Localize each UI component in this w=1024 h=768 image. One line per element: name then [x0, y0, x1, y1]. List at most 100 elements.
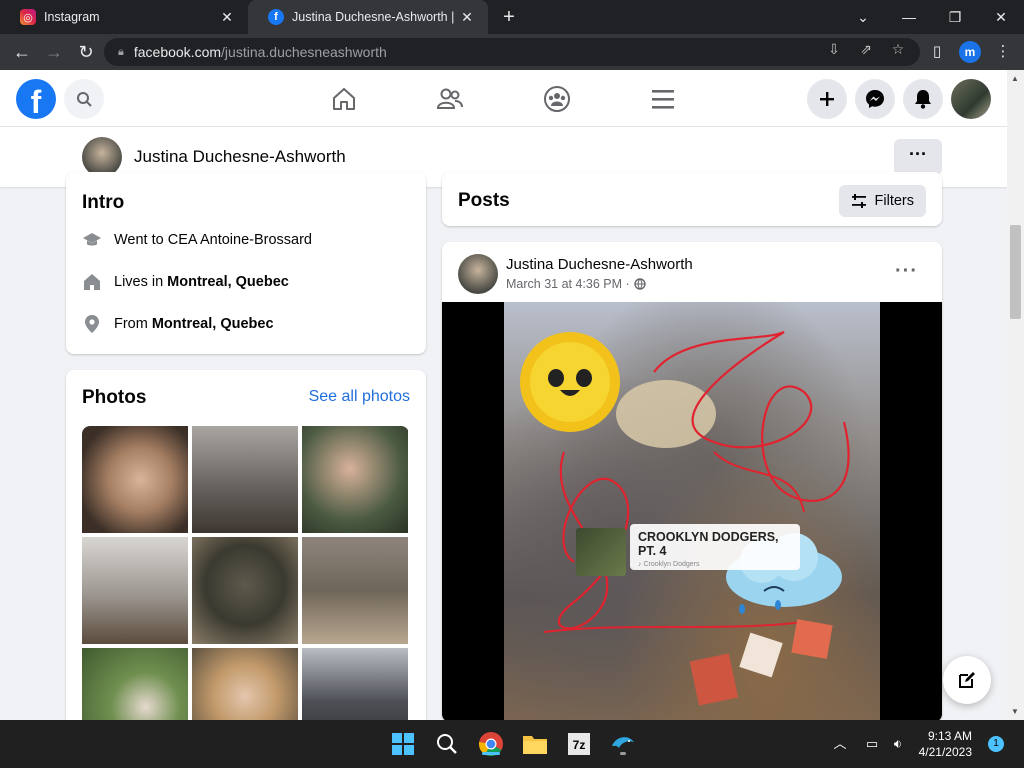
- photo-thumbnail[interactable]: [302, 537, 408, 644]
- search-icon: [77, 92, 92, 107]
- search-button[interactable]: [64, 79, 104, 119]
- 7zip-icon[interactable]: 7z: [565, 730, 593, 758]
- intro-from-place[interactable]: Montreal, Quebec: [152, 316, 274, 332]
- account-avatar[interactable]: [951, 79, 991, 119]
- photo-thumbnail[interactable]: [192, 426, 298, 533]
- see-all-photos-link[interactable]: See all photos: [309, 388, 410, 406]
- filters-icon: [851, 194, 867, 208]
- scrollbar-thumb[interactable]: [1010, 225, 1021, 319]
- profile-name[interactable]: Justina Duchesne-Ashworth: [134, 147, 346, 167]
- bell-icon: [915, 90, 931, 109]
- profile-avatar[interactable]: [82, 137, 122, 177]
- close-tab-icon[interactable]: ✕: [218, 9, 236, 26]
- restore-button[interactable]: ❐: [932, 0, 978, 34]
- chrome-taskbar-icon[interactable]: [477, 730, 505, 758]
- post-more-icon[interactable]: ···: [895, 260, 918, 283]
- post-meta: March 31 at 4:36 PM ·: [506, 277, 646, 291]
- reload-icon[interactable]: ↻: [74, 40, 98, 64]
- globe-icon: [633, 278, 646, 290]
- photo-thumbnail[interactable]: [82, 537, 188, 644]
- svg-text:7z: 7z: [573, 738, 586, 752]
- filters-button[interactable]: Filters: [838, 185, 926, 217]
- post-card: Justina Duchesne-Ashworth March 31 at 4:…: [442, 242, 942, 722]
- tray-overflow-icon[interactable]: ︿: [830, 734, 850, 754]
- photo-thumbnail[interactable]: [192, 537, 298, 644]
- compose-icon: [959, 672, 975, 688]
- lock-icon: 🔒︎: [118, 45, 124, 58]
- minimize-button[interactable]: —: [886, 0, 932, 34]
- page-scrollbar[interactable]: ▲ ▼: [1007, 70, 1024, 720]
- notifications-button[interactable]: [903, 79, 943, 119]
- install-icon[interactable]: ⇩: [823, 38, 845, 60]
- close-tab-icon[interactable]: ✕: [458, 9, 476, 26]
- browser-tab-strip: ◎ Instagram ✕ f Justina Duchesne-Ashwort…: [0, 0, 1024, 34]
- intro-card: Intro Went to CEA Antoine-Brossard Lives…: [66, 172, 426, 354]
- forward-icon[interactable]: →: [42, 40, 66, 64]
- browser-toolbar: ← → ↻ 🔒︎ facebook.com/justina.duchesneas…: [0, 34, 1024, 70]
- clock-date: 4/21/2023: [918, 745, 972, 759]
- intro-lives-prefix: Lives in: [114, 274, 164, 290]
- home-nav-icon[interactable]: [329, 84, 359, 114]
- profile-more-button[interactable]: ···: [894, 139, 942, 175]
- close-window-button[interactable]: ✕: [978, 0, 1024, 34]
- chrome-profile-avatar[interactable]: m: [959, 41, 981, 63]
- tab-search-icon[interactable]: ⌄: [840, 0, 886, 34]
- home-icon: [82, 272, 102, 292]
- sun-sticker: [520, 332, 620, 432]
- messenger-button[interactable]: [855, 79, 895, 119]
- intro-lives-place[interactable]: Montreal, Quebec: [167, 274, 289, 290]
- photo-thumbnail[interactable]: [82, 426, 188, 533]
- clock-time: 9:13 AM: [927, 729, 972, 743]
- menu-nav-icon[interactable]: [648, 84, 678, 114]
- post-author-name[interactable]: Justina Duchesne-Ashworth: [506, 256, 693, 273]
- location-pin-icon: [82, 314, 102, 334]
- url-path: /justina.duchesneashworth: [221, 44, 387, 60]
- windows-start-icon[interactable]: [389, 730, 417, 758]
- bookmark-star-icon[interactable]: ☆: [887, 38, 909, 60]
- photo-drawing: [520, 330, 850, 706]
- post-author-avatar[interactable]: [458, 254, 498, 294]
- intro-item-education: Went to CEA Antoine-Brossard: [82, 230, 312, 250]
- active-indicator: [482, 752, 500, 755]
- url-host: facebook.com: [133, 44, 222, 60]
- file-explorer-icon[interactable]: [521, 730, 549, 758]
- new-message-button[interactable]: [943, 656, 991, 704]
- taskbar-search-icon[interactable]: [433, 730, 461, 758]
- share-icon[interactable]: ⇗: [855, 38, 877, 60]
- post-date[interactable]: March 31 at 4:36 PM ·: [506, 277, 630, 291]
- system-clock[interactable]: 9:13 AM 4/21/2023: [908, 728, 972, 760]
- tab-facebook[interactable]: f Justina Duchesne-Ashworth | Fac ✕: [248, 0, 488, 34]
- network-icon[interactable]: ▭: [862, 734, 882, 754]
- scroll-up-icon[interactable]: ▲: [1011, 74, 1019, 83]
- scroll-down-icon[interactable]: ▼: [1011, 707, 1019, 716]
- music-sticker-title: CROOKLYN DODGERS, PT. 4: [638, 530, 779, 558]
- windows-taskbar: 7z ︿ ▭ 🔉︎ 9:13 AM 4/21/2023: [0, 720, 1024, 768]
- music-sticker-artist: ♪ Crooklyn Dodgers: [638, 561, 700, 568]
- dolphin-app-icon[interactable]: [609, 730, 637, 758]
- friends-nav-icon[interactable]: [435, 84, 465, 114]
- tab-instagram[interactable]: ◎ Instagram ✕: [0, 0, 248, 34]
- photo-grid: [82, 426, 409, 755]
- intro-education-text: Went to CEA Antoine-Brossard: [114, 232, 313, 248]
- side-panel-icon[interactable]: ▯: [925, 40, 949, 64]
- post-photo: [504, 302, 880, 722]
- new-tab-button[interactable]: +: [498, 6, 520, 28]
- address-bar[interactable]: 🔒︎ facebook.com/justina.duchesneashworth: [104, 38, 920, 66]
- groups-nav-icon[interactable]: [542, 84, 572, 114]
- intro-from-prefix: From: [114, 316, 148, 332]
- notification-badge[interactable]: 1: [988, 736, 1004, 752]
- graduation-cap-icon: [82, 230, 102, 250]
- menu-icon[interactable]: ⋮: [991, 40, 1015, 64]
- facebook-logo[interactable]: f: [16, 79, 56, 119]
- photo-thumbnail[interactable]: [302, 426, 408, 533]
- tab-title: Justina Duchesne-Ashworth | Fac: [292, 10, 458, 24]
- create-button[interactable]: [807, 79, 847, 119]
- music-sticker: CROOKLYN DODGERS, PT. 4 ♪ Crooklyn Dodge…: [630, 524, 800, 570]
- back-icon[interactable]: ←: [10, 40, 34, 64]
- filters-label: Filters: [874, 193, 914, 209]
- post-media[interactable]: CROOKLYN DODGERS, PT. 4 ♪ Crooklyn Dodge…: [442, 302, 942, 722]
- photos-card: Photos See all photos: [66, 370, 426, 755]
- volume-icon[interactable]: 🔉︎: [888, 734, 908, 754]
- plus-icon: [820, 92, 834, 106]
- intro-item-from: From Montreal, Quebec: [82, 314, 274, 334]
